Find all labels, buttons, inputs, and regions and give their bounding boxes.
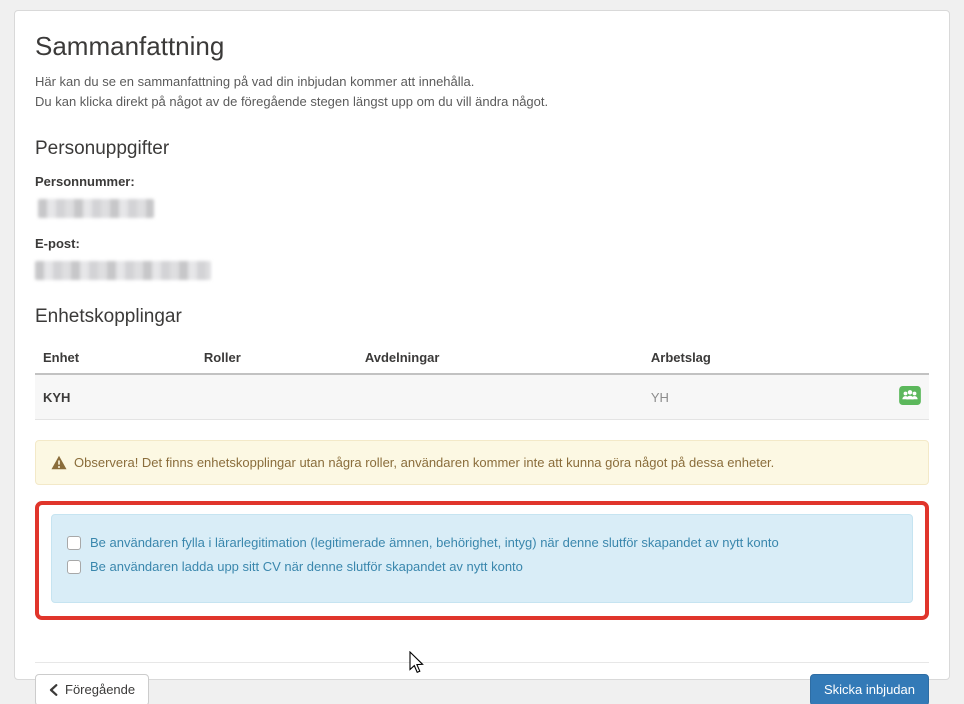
table-header-row: Enhet Roller Avdelningar Arbetslag [35,342,929,375]
cell-avdelningar [356,374,643,420]
cv-upload-option[interactable]: Be användaren ladda upp sitt CV när denn… [67,559,897,574]
column-header-avdelningar: Avdelningar [356,342,643,375]
cv-upload-checkbox[interactable] [67,559,81,574]
teacher-certification-checkbox[interactable] [67,535,81,550]
column-header-enhet: Enhet [35,342,196,375]
unit-connections-table: Enhet Roller Avdelningar Arbetslag KYH Y… [35,342,929,420]
previous-button-label: Föregående [65,682,136,697]
cell-enhet: KYH [35,374,196,420]
epost-value-redacted [35,261,211,280]
users-group-icon[interactable] [899,386,921,408]
cell-arbetslag: YH [642,374,885,420]
options-info-box: Be användaren fylla i lärarlegitimation … [51,514,913,603]
warning-alert: Observera! Det finns enhetskopplingar ut… [35,440,929,485]
summary-card: Sammanfattning Här kan du se en sammanfa… [14,10,950,704]
personnummer-value-redacted [38,199,154,218]
send-invitation-button[interactable]: Skicka inbjudan [809,674,929,704]
warning-triangle-icon [51,455,67,470]
unit-connections-heading: Enhetskopplingar [35,306,182,327]
send-invitation-button-label: Skicka inbjudan [823,682,915,697]
teacher-certification-option[interactable]: Be användaren fylla i lärarlegitimation … [67,535,897,550]
intro-text-line-1: Här kan du se en sammanfattning på vad d… [35,74,475,89]
personnummer-label: Personnummer: [35,174,135,189]
footer-divider [35,662,929,663]
table-row: KYH YH [35,374,929,420]
previous-button[interactable]: Föregående [35,674,150,704]
teacher-certification-label: Be användaren fylla i lärarlegitimation … [90,535,779,550]
column-header-actions [884,342,929,375]
footer-button-row: Föregående Skicka inbjudan [35,674,929,704]
cv-upload-label: Be användaren ladda upp sitt CV när denn… [90,559,523,574]
cell-roller [195,374,357,420]
warning-text: Observera! Det finns enhetskopplingar ut… [74,455,775,470]
column-header-roller: Roller [195,342,357,375]
column-header-arbetslag: Arbetslag [642,342,885,375]
highlight-annotation-border: Be användaren fylla i lärarlegitimation … [35,501,929,620]
intro-text-line-2: Du kan klicka direkt på något av de före… [35,94,549,109]
epost-label: E-post: [35,236,80,251]
chevron-left-icon [49,684,58,696]
personal-info-heading: Personuppgifter [35,138,170,159]
page-title: Sammanfattning [35,31,225,61]
